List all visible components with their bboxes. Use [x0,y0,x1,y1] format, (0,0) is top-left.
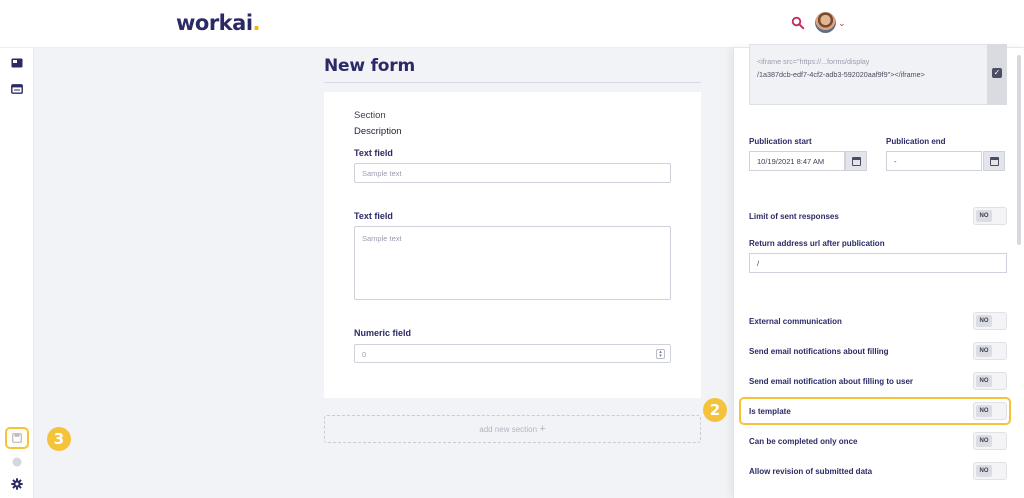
return-url-label: Return address url after publication [749,239,885,248]
toggle-state: NO [976,435,992,447]
search-icon[interactable] [791,16,805,30]
return-url-input[interactable]: / [749,253,1007,273]
external-communication-toggle[interactable]: NO [973,312,1007,330]
chevron-down-icon[interactable]: ⌄ [838,18,846,29]
gear-icon[interactable] [11,478,23,490]
embed-code-line-1: <iframe src="https://...forms/display [757,57,870,66]
email-notify-toggle[interactable]: NO [973,342,1007,360]
step-2-badge: 2 [703,398,727,422]
check-icon: ✓ [992,68,1002,78]
limit-responses-label: Limit of sent responses [749,212,839,221]
publication-end-calendar-button[interactable] [983,151,1005,171]
calendar-icon [990,157,999,166]
toggle-label-once: Can be completed only once [749,437,858,446]
toggle-state: NO [976,375,992,387]
limit-responses-toggle[interactable]: NO [973,207,1007,225]
publication-end-input[interactable]: - [886,151,982,171]
news-icon[interactable] [11,57,23,69]
step-3-badge: 3 [47,427,71,451]
calendar-card-icon[interactable] [11,83,23,95]
toggle-state: NO [976,210,992,222]
toggle-state: NO [976,405,992,417]
toggle-state: NO [976,345,992,357]
textarea-input[interactable]: Sample text [354,226,671,300]
text-field-input[interactable]: Sample text [354,163,671,183]
circle-icon[interactable] [12,457,22,467]
is-template-toggle[interactable]: NO [973,402,1007,420]
publication-start-label: Publication start [749,137,812,146]
description-label[interactable]: Description [354,126,402,137]
user-avatar[interactable] [815,12,836,33]
page-title: New form [324,56,415,76]
calendar-icon [852,157,861,166]
field-label-text-2: Text field [354,211,393,221]
toggle-state: NO [976,465,992,477]
complete-once-toggle[interactable]: NO [973,432,1007,450]
toggle-label-email-user: Send email notification about filling to… [749,377,914,386]
embed-code-line-2: /1a387dcb-edf7-4cf2-adb3-592020aaf9f9"><… [757,70,925,79]
settings-panel [733,48,1024,498]
panel-scrollbar[interactable] [1017,55,1021,245]
add-section-label: add new section [479,425,538,434]
add-section-button[interactable]: add new section + [324,415,701,443]
plus-icon: + [539,423,546,435]
email-user-toggle[interactable]: NO [973,372,1007,390]
toggle-label-is-template: Is template [749,407,791,416]
save-icon [12,433,22,443]
toggle-label-email-notify: Send email notifications about filling [749,347,889,356]
section-label[interactable]: Section [354,110,386,121]
logo-dot: . [252,11,261,35]
save-button[interactable] [5,427,29,449]
logo-text: workai [176,11,253,35]
toggle-label-revision: Allow revision of submitted data [749,467,873,476]
numeric-field-input[interactable]: 0 ▴ ▾ [354,344,671,363]
field-label-numeric: Numeric field [354,328,412,338]
toggle-label-external: External communication [749,317,842,326]
number-stepper[interactable]: ▴ ▾ [656,349,665,359]
workai-logo[interactable]: workai. [176,11,261,35]
title-divider [324,82,701,83]
publication-start-input[interactable]: 10/19/2021 8:47 AM [749,151,845,171]
allow-revision-toggle[interactable]: NO [973,462,1007,480]
publication-start-calendar-button[interactable] [845,151,867,171]
toggle-state: NO [976,315,992,327]
numeric-value: 0 [362,350,367,359]
top-bar: workai. ⌄ [0,0,1024,48]
publication-end-label: Publication end [886,137,946,146]
field-label-text-1: Text field [354,148,393,158]
